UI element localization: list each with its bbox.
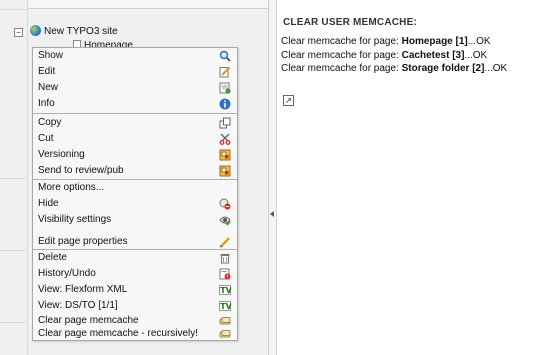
menu-item-label: History/Undo [38, 268, 96, 279]
menu-item-label: View: DS/TO [1/1] [38, 300, 118, 311]
divider [0, 178, 28, 179]
menu-item-label: More options... [38, 182, 105, 193]
new-record-icon [219, 82, 231, 94]
edit-pencil-icon [219, 66, 231, 78]
result-status: ...OK [467, 36, 491, 47]
menu-item-label: Versioning [38, 149, 85, 160]
result-line: Clear memcache for page: Storage folder … [281, 62, 507, 75]
menu-item-label: Hide [38, 198, 59, 209]
panel-splitter[interactable] [268, 0, 277, 355]
menu-item-show[interactable]: Show [33, 48, 237, 64]
menu-item-edit-page-properties[interactable]: Edit page properties [33, 234, 237, 250]
menu-item-label: Copy [38, 117, 62, 128]
history-icon [219, 268, 231, 280]
result-status: ...OK [464, 50, 488, 61]
menu-item-label: Show [38, 50, 64, 61]
result-status: ...OK [484, 63, 508, 74]
divider [0, 9, 28, 10]
result-prefix: Clear memcache for page: [281, 63, 402, 74]
menu-item-label: View: Flexform XML [38, 284, 128, 295]
svg-text:TV: TV [220, 286, 231, 295]
magnifier-icon [219, 50, 231, 62]
menu-item-label: Clear page memcache - recursively! [38, 328, 199, 339]
result-page: Cachetest [3] [401, 50, 465, 61]
menu-item-copy[interactable]: Copy [33, 115, 237, 131]
result-line: Clear memcache for page: Cachetest [3]..… [281, 49, 487, 62]
tree-collapse-toggle[interactable]: − [14, 28, 23, 37]
divider [0, 322, 28, 323]
shortcut-icon[interactable]: ↗ [283, 95, 294, 106]
trash-icon [220, 254, 230, 264]
menu-item-label: Edit page properties [38, 236, 128, 247]
menu-separator [33, 113, 237, 114]
versioning-icon [219, 149, 231, 161]
menu-item-info[interactable]: Info [33, 96, 237, 112]
copy-icon [219, 117, 231, 129]
menu-item-clear-page-memcache-recursive[interactable]: Clear page memcache - recursively! [33, 326, 237, 342]
globe-icon [30, 25, 41, 36]
menu-item-label: Cut [38, 133, 54, 144]
menu-item-versioning[interactable]: Versioning [33, 147, 237, 163]
tree-node-root[interactable]: New TYPO3 site [30, 25, 118, 39]
menu-item-label: Send to review/pub [38, 165, 124, 176]
result-prefix: Clear memcache for page: [281, 50, 402, 61]
templavoila-icon: TV [219, 285, 231, 295]
menu-item-label: Info [38, 98, 55, 109]
menu-item-history-undo[interactable]: History/Undo [33, 266, 237, 282]
left-module-strip [0, 0, 28, 355]
tree-toolbar [28, 0, 268, 9]
collapse-left-arrow-icon[interactable] [270, 211, 274, 217]
menu-item-label: Visibility settings [38, 214, 112, 225]
tree-node-root-label: New TYPO3 site [44, 26, 118, 37]
content-area: CLEAR USER MEMCACHE: Clear memcache for … [277, 0, 535, 355]
menu-item-visibility-settings[interactable]: Visibility settings [33, 212, 237, 228]
hide-icon [219, 198, 231, 210]
menu-item-cut[interactable]: Cut [33, 131, 237, 147]
svg-text:TV: TV [220, 302, 231, 311]
menu-item-hide[interactable]: Hide [33, 196, 237, 212]
menu-item-label: New [38, 82, 59, 93]
menu-item-delete[interactable]: Delete [33, 250, 237, 266]
scissors-icon [219, 133, 231, 145]
menu-item-label: Clear page memcache [38, 315, 139, 326]
templavoila-icon: TV [219, 301, 231, 311]
divider [0, 250, 28, 251]
menu-item-send-to-review[interactable]: Send to review/pub [33, 163, 237, 179]
visibility-icon [219, 216, 231, 226]
result-page: Homepage [1] [401, 36, 468, 47]
memcache-icon [219, 330, 231, 338]
workspace-icon [219, 165, 231, 177]
context-menu: Show Edit New Info Copy Cut Versioning S… [32, 47, 238, 341]
menu-item-label: Delete [38, 252, 67, 263]
result-page: Storage folder [2] [401, 63, 485, 74]
page-title: CLEAR USER MEMCACHE: [283, 17, 417, 28]
menu-item-new[interactable]: New [33, 80, 237, 96]
info-icon [219, 98, 231, 110]
menu-item-view-ds-to[interactable]: View: DS/TO [1/1] TV [33, 298, 237, 314]
pencil-icon [220, 237, 230, 248]
result-line: Clear memcache for page: Homepage [1]...… [281, 35, 491, 48]
menu-item-more-options[interactable]: More options... [33, 180, 237, 196]
menu-item-view-flexform-xml[interactable]: View: Flexform XML TV [33, 282, 237, 298]
result-prefix: Clear memcache for page: [281, 36, 402, 47]
menu-item-edit[interactable]: Edit [33, 64, 237, 80]
menu-item-label: Edit [38, 66, 56, 77]
